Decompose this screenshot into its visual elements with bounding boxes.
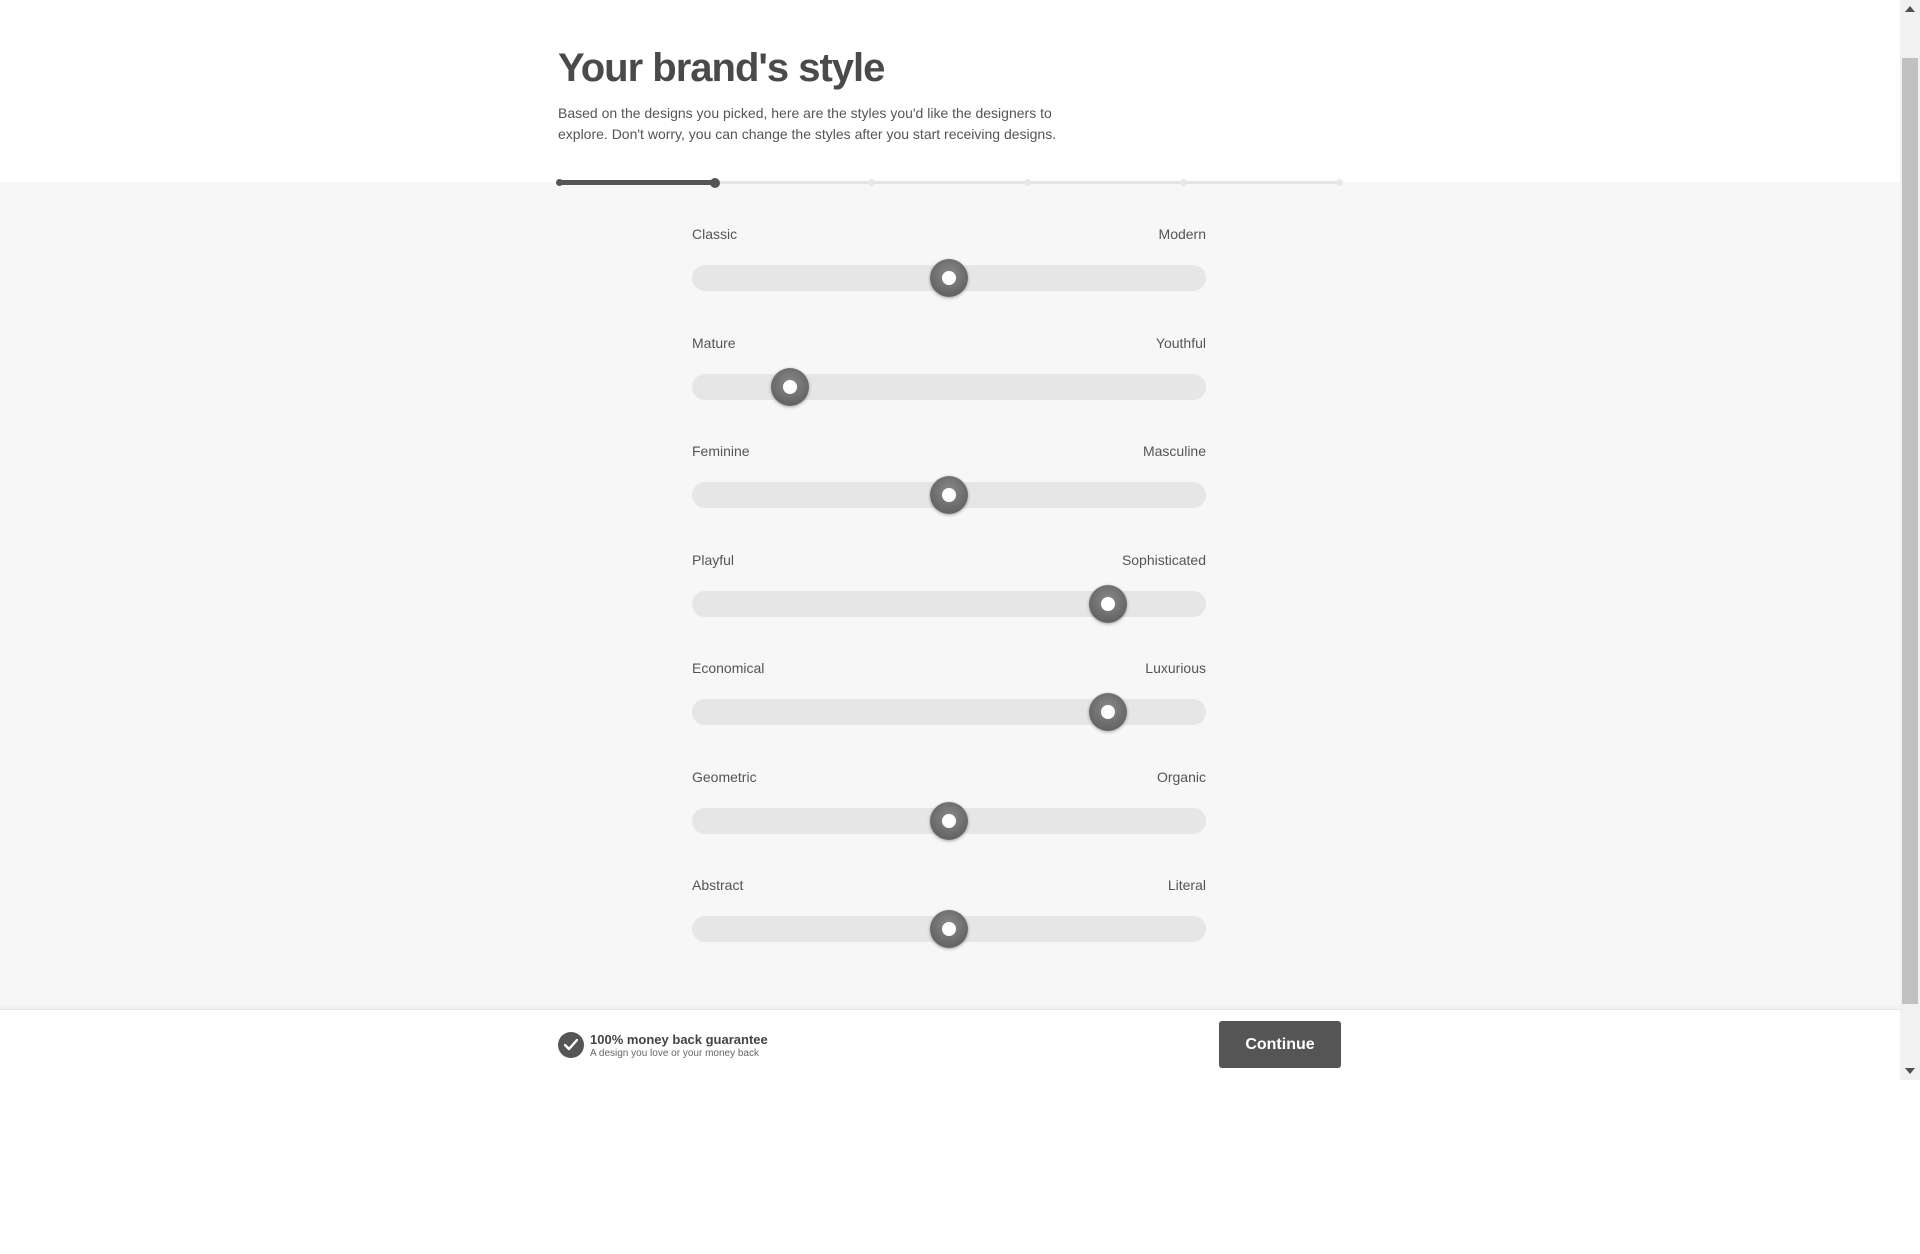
slider-track[interactable] bbox=[692, 259, 1206, 297]
scroll-down-arrow-icon[interactable] bbox=[1905, 1068, 1915, 1074]
slider-mature-youthful: Mature Youthful bbox=[692, 335, 1206, 444]
slider-track[interactable] bbox=[692, 910, 1206, 948]
slider-left-label: Mature bbox=[692, 334, 736, 351]
page-subtitle: Based on the designs you picked, here ar… bbox=[558, 105, 1057, 142]
slider-right-label: Masculine bbox=[1142, 443, 1206, 459]
slider-left-label: Classic bbox=[692, 226, 738, 242]
check-icon bbox=[564, 1039, 578, 1051]
slider-thumb[interactable] bbox=[1089, 584, 1128, 623]
slider-left-label: Abstract bbox=[692, 877, 744, 893]
style-sliders: Classic Modern Mature Youthful Feminine … bbox=[692, 226, 1206, 986]
progress-step bbox=[710, 178, 720, 188]
slider-left-label: Playful bbox=[692, 551, 735, 568]
slider-right-label: Literal bbox=[1167, 877, 1206, 893]
continue-button[interactable]: Continue bbox=[1219, 1021, 1341, 1068]
slider-feminine-masculine: Feminine Masculine bbox=[692, 443, 1206, 552]
vertical-scrollbar[interactable] bbox=[1900, 0, 1920, 1080]
slider-right-label: Sophisticated bbox=[1121, 551, 1206, 568]
scrollbar-thumb[interactable] bbox=[1902, 58, 1918, 1004]
footer-bar: 100% money back guarantee A design you l… bbox=[0, 1009, 1900, 1080]
slider-left-label: Economical bbox=[692, 660, 765, 676]
slider-thumb[interactable] bbox=[930, 476, 968, 514]
slider-thumb[interactable] bbox=[1089, 693, 1128, 731]
scroll-up-arrow-icon[interactable] bbox=[1905, 6, 1915, 12]
slider-thumb[interactable] bbox=[930, 801, 968, 840]
step-progress bbox=[555, 178, 1343, 188]
slider-left-label: Feminine bbox=[692, 443, 750, 459]
progress-fill bbox=[559, 180, 715, 185]
slider-left-label: Geometric bbox=[692, 768, 757, 785]
slider-abstract-literal: Abstract Literal bbox=[692, 877, 1206, 986]
progress-step bbox=[1180, 179, 1187, 186]
slider-right-label: Luxurious bbox=[1145, 660, 1206, 676]
progress-step bbox=[556, 179, 563, 186]
slider-thumb[interactable] bbox=[770, 367, 809, 406]
slider-track[interactable] bbox=[692, 801, 1206, 840]
progress-step bbox=[868, 179, 875, 186]
slider-right-label: Organic bbox=[1156, 768, 1206, 785]
slider-thumb[interactable] bbox=[930, 259, 968, 297]
slider-track[interactable] bbox=[692, 693, 1206, 731]
guarantee-title: 100% money back guarantee bbox=[590, 1032, 768, 1047]
progress-step bbox=[1024, 179, 1031, 186]
slider-geometric-organic: Geometric Organic bbox=[692, 769, 1206, 878]
slider-playful-sophisticated: Playful Sophisticated bbox=[692, 552, 1206, 661]
guarantee-subtitle: A design you love or your money back bbox=[590, 1048, 759, 1059]
slider-track[interactable] bbox=[692, 584, 1206, 623]
slider-right-label: Modern bbox=[1158, 226, 1206, 242]
slider-track[interactable] bbox=[692, 367, 1206, 406]
progress-step bbox=[1336, 179, 1343, 186]
slider-classic-modern: Classic Modern bbox=[692, 226, 1206, 335]
slider-thumb[interactable] bbox=[930, 910, 968, 948]
slider-economical-luxurious: Economical Luxurious bbox=[692, 660, 1206, 769]
page-title: Your brand's style bbox=[558, 46, 885, 90]
slider-right-label: Youthful bbox=[1155, 334, 1206, 351]
header: Your brand's style Based on the designs … bbox=[0, 0, 1900, 182]
page: Your brand's style Based on the designs … bbox=[0, 0, 1900, 1080]
slider-track[interactable] bbox=[692, 476, 1206, 514]
check-circle-icon bbox=[558, 1032, 584, 1058]
